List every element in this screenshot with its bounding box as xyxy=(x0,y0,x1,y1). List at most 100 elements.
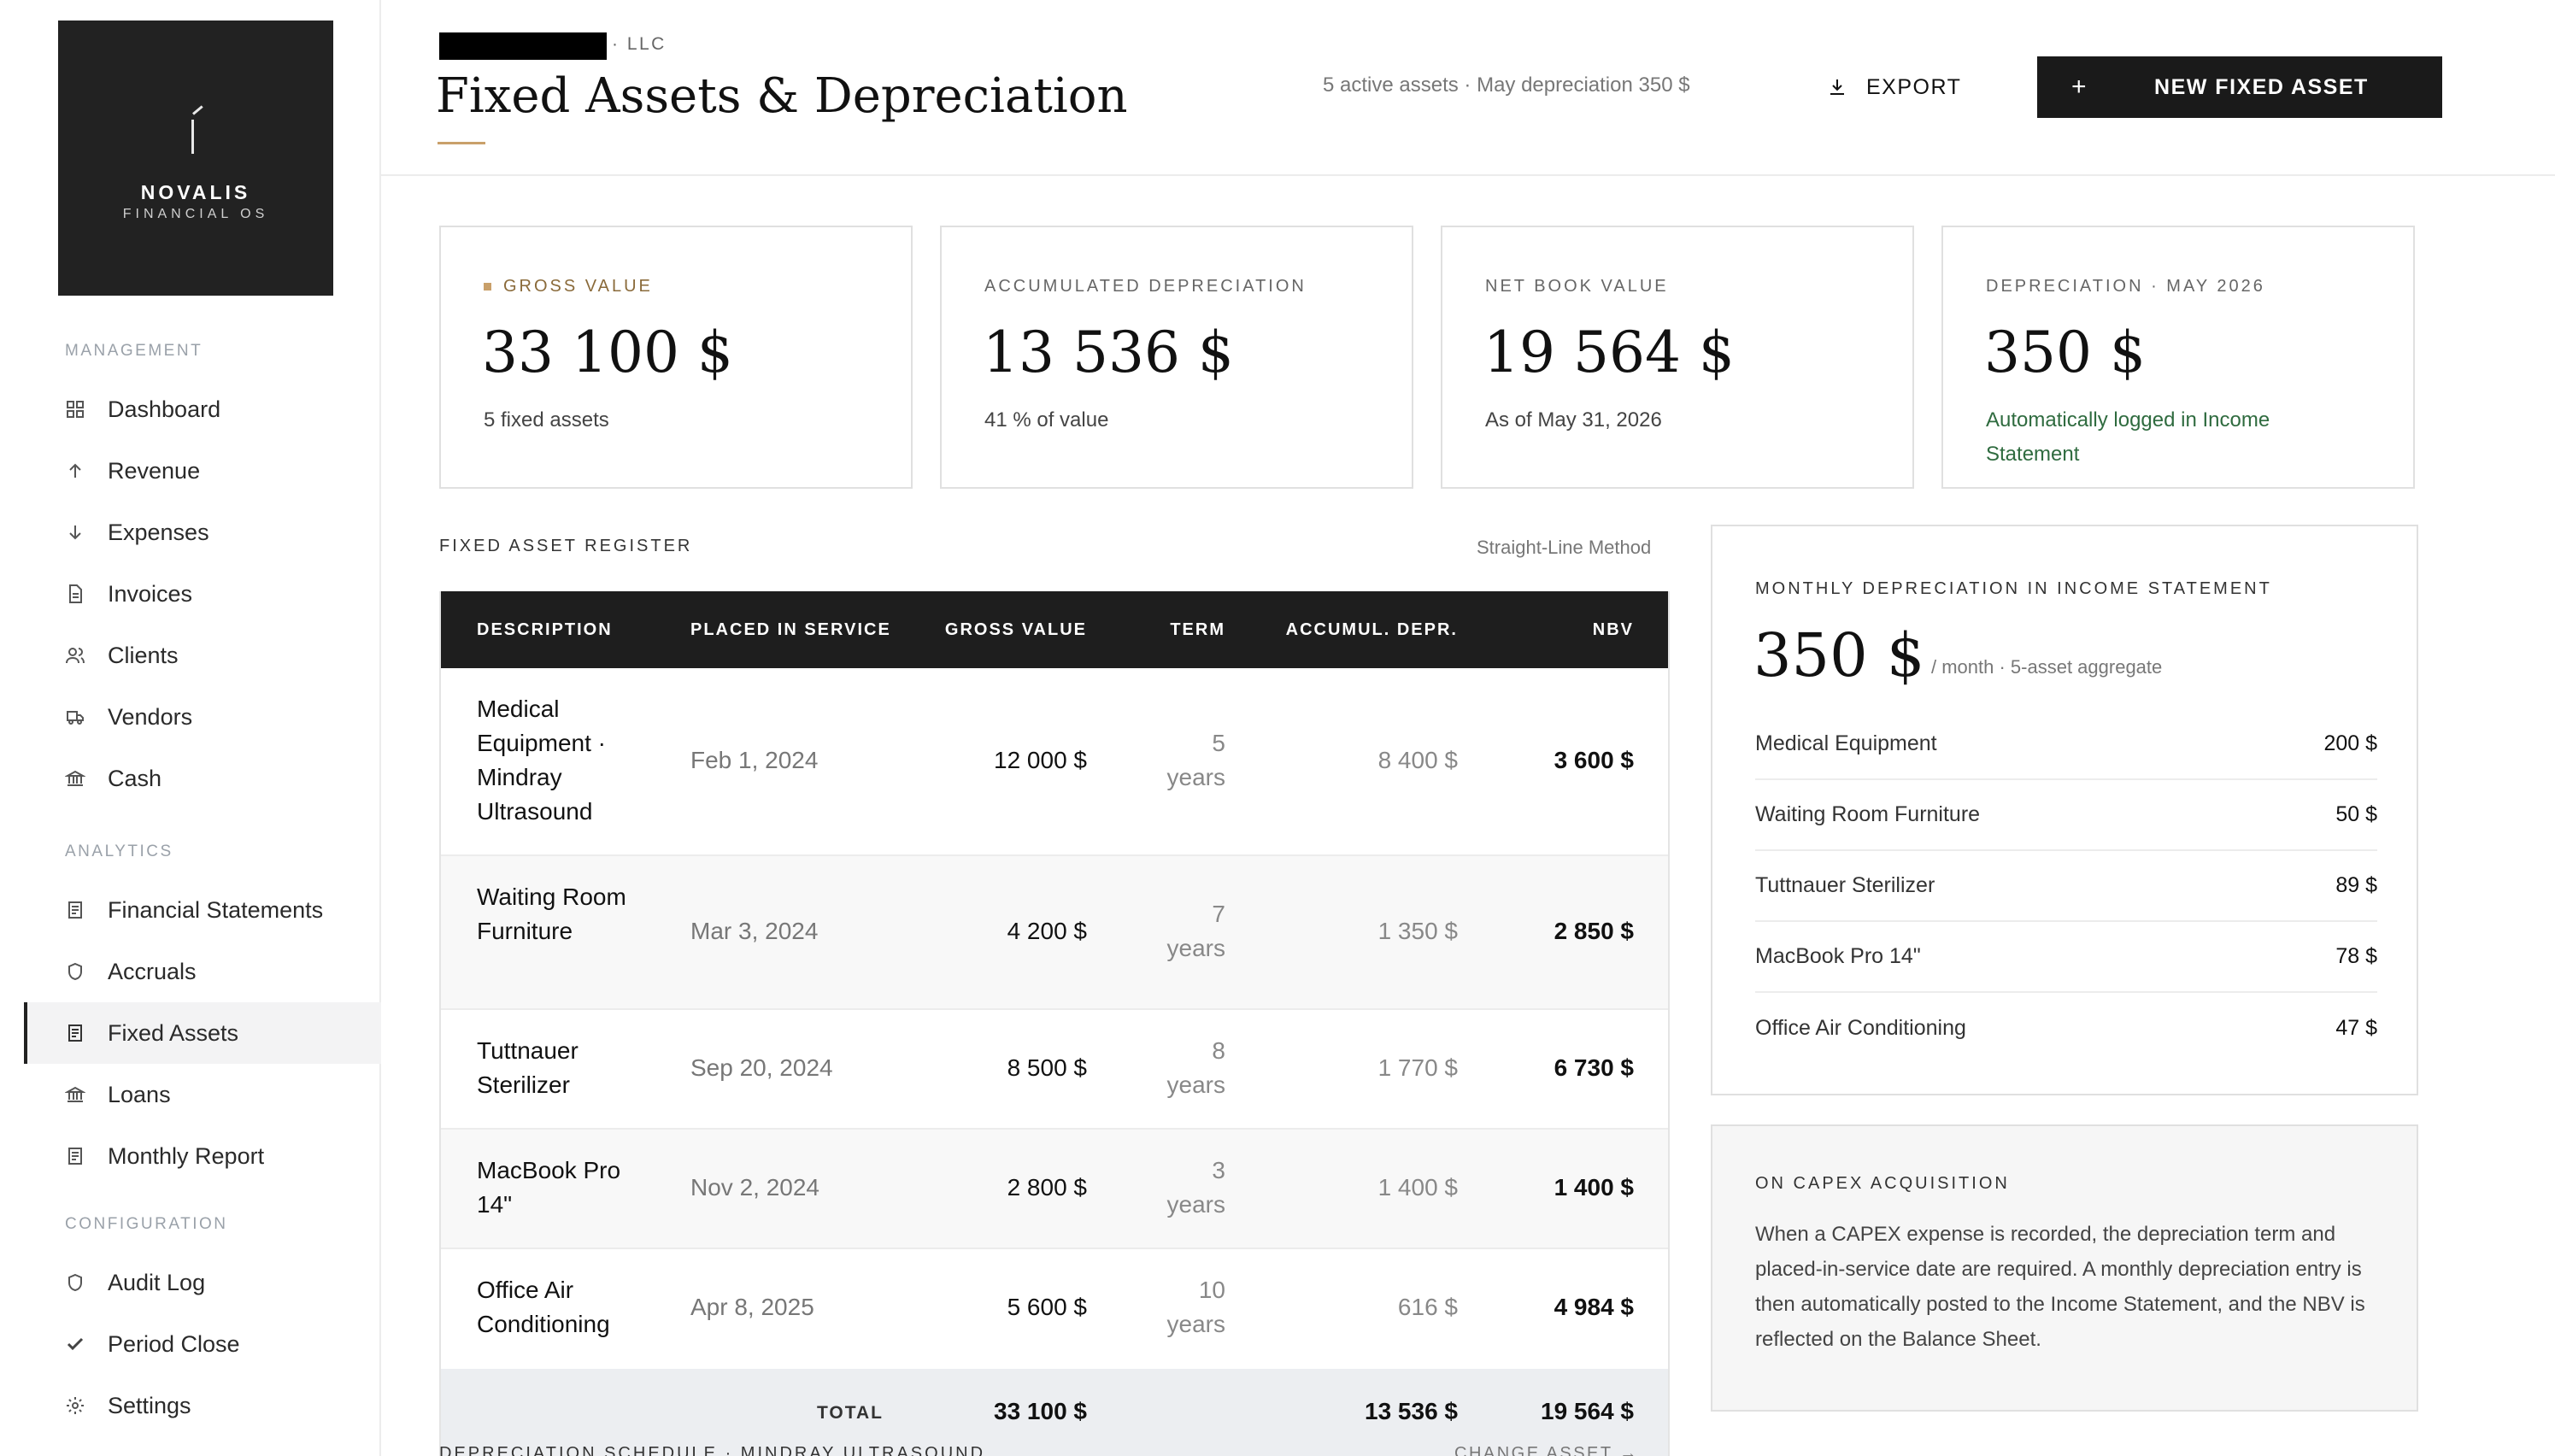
sidebar-item-label: Vendors xyxy=(108,703,193,730)
gross-value: 12 000 $ xyxy=(994,747,1087,773)
page-title: Fixed Assets & Depreciation xyxy=(436,68,1128,124)
sidebar-item-fixed-assets[interactable]: Fixed Assets xyxy=(24,1002,381,1064)
brand-logo[interactable]: NOVALIS FINANCIAL OS xyxy=(58,21,333,296)
kpi-value: 33 100 $ xyxy=(482,320,733,385)
document-icon xyxy=(65,584,85,604)
sidebar-item-revenue[interactable]: Revenue xyxy=(24,440,381,502)
sidebar-item-label: Financial Statements xyxy=(108,896,324,923)
placed-in-service: Feb 1, 2024 xyxy=(690,747,819,773)
item-amount: 47 $ xyxy=(2335,1016,2377,1040)
item-amount: 50 $ xyxy=(2335,802,2377,826)
accumulated-depreciation: 8 400 $ xyxy=(1377,747,1458,773)
sidebar-item-monthly-report[interactable]: Monthly Report xyxy=(24,1125,381,1187)
sidebar-item-accruals[interactable]: Accruals xyxy=(24,941,381,1002)
accumulated-depreciation: 1 400 $ xyxy=(1377,1174,1458,1201)
gross-value: 8 500 $ xyxy=(1007,1054,1087,1081)
report-icon xyxy=(65,1023,85,1043)
net-book-value: 4 984 $ xyxy=(1554,1294,1634,1320)
table-row[interactable]: Waiting Room Furniture Mar 3, 2024 4 200… xyxy=(441,856,1668,1010)
monthly-depreciation-value: 350 $ xyxy=(1753,620,1925,690)
nav-section-configuration: CONFIGURATION xyxy=(65,1215,228,1233)
kpi-value: 350 $ xyxy=(1984,320,2146,385)
sidebar-item-label: Dashboard xyxy=(108,396,221,422)
register-title: FIXED ASSET REGISTER xyxy=(439,537,693,555)
list-item: MacBook Pro 14" 78 $ xyxy=(1755,922,2377,993)
sidebar-item-invoices[interactable]: Invoices xyxy=(24,563,381,625)
item-name: Waiting Room Furniture xyxy=(1755,802,1981,826)
kpi-subtext: 5 fixed assets xyxy=(484,408,609,432)
table-row[interactable]: Tuttnauer Sterilizer Sep 20, 2024 8 500 … xyxy=(441,1010,1668,1130)
column-header[interactable]: TERM xyxy=(1170,620,1225,640)
table-row[interactable]: MacBook Pro 14" Nov 2, 2024 2 800 $ 3 ye… xyxy=(441,1130,1668,1249)
sidebar-item-clients[interactable]: Clients xyxy=(24,625,381,686)
sidebar-item-audit-log[interactable]: Audit Log xyxy=(24,1252,381,1313)
sidebar-item-label: Monthly Report xyxy=(108,1142,265,1169)
arrow-up-icon xyxy=(65,461,85,481)
check-icon xyxy=(65,1334,85,1354)
sidebar-item-label: Expenses xyxy=(108,519,209,545)
sidebar-item-cash[interactable]: Cash xyxy=(24,748,381,809)
users-icon xyxy=(65,645,85,666)
term: 3 years xyxy=(1166,1157,1225,1218)
total-net-book-value: 19 564 $ xyxy=(1541,1398,1634,1424)
term: 10 years xyxy=(1166,1277,1225,1337)
placed-in-service: Mar 3, 2024 xyxy=(690,918,819,944)
table-total-row: TOTAL 33 100 $ 13 536 $ 19 564 $ xyxy=(441,1369,1668,1456)
export-button[interactable]: EXPORT xyxy=(1827,56,1961,118)
report-icon xyxy=(65,900,85,920)
kpi-label: ACCUMULATED DEPRECIATION xyxy=(984,277,1307,296)
kpi-accumulated-depreciation: ACCUMULATED DEPRECIATION 13 536 $ 41 % o… xyxy=(940,226,1413,489)
kpi-value: 19 564 $ xyxy=(1483,320,1735,385)
brand-name: NOVALIS xyxy=(140,181,251,203)
asset-description: MacBook Pro 14" xyxy=(477,1157,621,1218)
sidebar-item-expenses[interactable]: Expenses xyxy=(24,502,381,563)
term: 8 years xyxy=(1166,1037,1225,1098)
list-item: Tuttnauer Sterilizer 89 $ xyxy=(1755,851,2377,922)
sidebar-item-dashboard[interactable]: Dashboard xyxy=(24,379,381,440)
item-amount: 200 $ xyxy=(2323,731,2377,755)
table-row[interactable]: Office Air Conditioning Apr 8, 2025 5 60… xyxy=(441,1249,1668,1369)
total-accumulated-depreciation: 13 536 $ xyxy=(1365,1398,1458,1424)
schedule-title: DEPRECIATION SCHEDULE · MINDRAY ULTRASOU… xyxy=(439,1444,986,1456)
kpi-label: DEPRECIATION · MAY 2026 xyxy=(1986,277,2265,296)
export-label: EXPORT xyxy=(1866,74,1962,99)
register-method: Straight-Line Method xyxy=(1477,537,1652,558)
sidebar-item-settings[interactable]: Settings xyxy=(24,1375,381,1436)
monthly-depreciation-unit: / month · 5-asset aggregate xyxy=(1931,656,2163,678)
column-header[interactable]: NBV xyxy=(1593,620,1634,640)
kpi-net-book-value: NET BOOK VALUE 19 564 $ As of May 31, 20… xyxy=(1441,226,1914,489)
placed-in-service: Apr 8, 2025 xyxy=(690,1294,814,1320)
new-fixed-asset-label: NEW FIXED ASSET xyxy=(2154,74,2369,99)
item-name: MacBook Pro 14" xyxy=(1755,944,1921,968)
kpi-subtext: 41 % of value xyxy=(984,408,1109,432)
sidebar-item-label: Cash xyxy=(108,765,162,791)
shield-icon xyxy=(65,1272,85,1293)
logo-mark-icon xyxy=(186,111,205,154)
nav-section-management: MANAGEMENT xyxy=(65,342,203,360)
table-row[interactable]: Medical Equipment · Mindray Ultrasound F… xyxy=(441,668,1668,856)
placed-in-service: Nov 2, 2024 xyxy=(690,1174,819,1201)
gear-icon xyxy=(65,1395,85,1416)
column-header[interactable]: GROSS VALUE xyxy=(945,620,1087,640)
column-header[interactable]: ACCUMUL. DEPR. xyxy=(1286,620,1458,640)
sidebar-item-label: Audit Log xyxy=(108,1269,206,1295)
total-gross-value: 33 100 $ xyxy=(994,1398,1087,1424)
sidebar-item-financial-statements[interactable]: Financial Statements xyxy=(24,879,381,941)
table-header: DESCRIPTION PLACED IN SERVICE GROSS VALU… xyxy=(441,591,1668,668)
list-item: Office Air Conditioning 47 $ xyxy=(1755,993,2377,1064)
column-header[interactable]: PLACED IN SERVICE xyxy=(690,620,891,640)
accumulated-depreciation: 1 770 $ xyxy=(1377,1054,1458,1081)
panel-title: MONTHLY DEPRECIATION IN INCOME STATEMENT xyxy=(1755,579,2272,598)
brand-subtitle: FINANCIAL OS xyxy=(122,207,269,221)
total-label: TOTAL xyxy=(816,1403,884,1423)
placed-in-service: Sep 20, 2024 xyxy=(690,1054,833,1081)
sidebar-item-vendors[interactable]: Vendors xyxy=(24,686,381,748)
nav-section-analytics: ANALYTICS xyxy=(65,842,173,860)
sidebar-item-loans[interactable]: Loans xyxy=(24,1064,381,1125)
change-asset-link[interactable]: CHANGE ASSET → xyxy=(1454,1444,1639,1456)
sidebar-item-label: Fixed Assets xyxy=(108,1019,239,1046)
column-header[interactable]: DESCRIPTION xyxy=(477,620,613,640)
new-fixed-asset-button[interactable]: + NEW FIXED ASSET xyxy=(2037,56,2442,118)
capex-info-panel: ON CAPEX ACQUISITION When a CAPEX expens… xyxy=(1711,1124,2418,1412)
sidebar-item-period-close[interactable]: Period Close xyxy=(24,1313,381,1375)
